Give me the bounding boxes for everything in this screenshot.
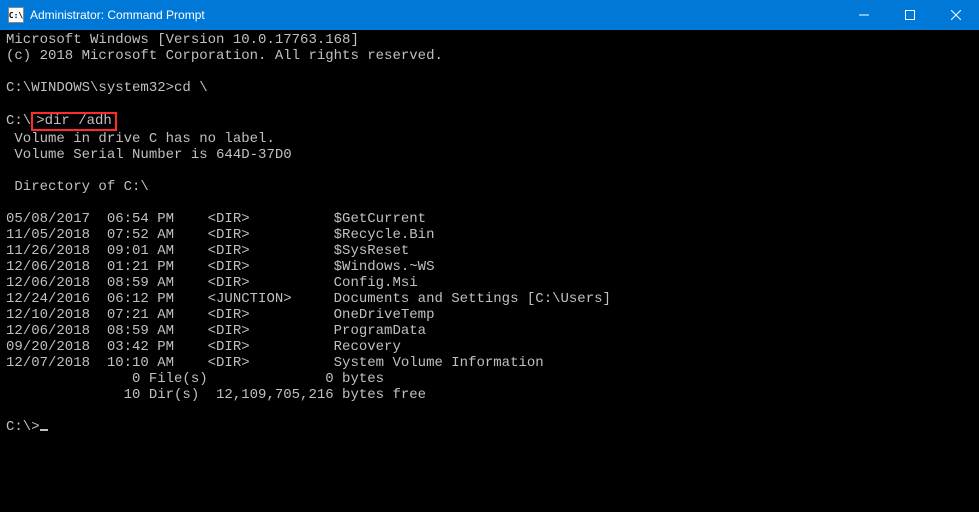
minimize-icon [859,10,869,20]
terminal-output[interactable]: Microsoft Windows [Version 10.0.17763.16… [0,30,979,512]
cmd-icon: C:\ [8,7,24,23]
close-icon [951,10,961,20]
command-prompt-window: C:\ Administrator: Command Prompt Micros… [0,0,979,512]
maximize-button[interactable] [887,0,933,30]
close-button[interactable] [933,0,979,30]
titlebar[interactable]: C:\ Administrator: Command Prompt [0,0,979,30]
highlighted-command: >dir /adh [31,112,117,131]
window-controls [841,0,979,30]
window-title: Administrator: Command Prompt [30,8,205,22]
cursor [40,429,48,431]
minimize-button[interactable] [841,0,887,30]
maximize-icon [905,10,915,20]
